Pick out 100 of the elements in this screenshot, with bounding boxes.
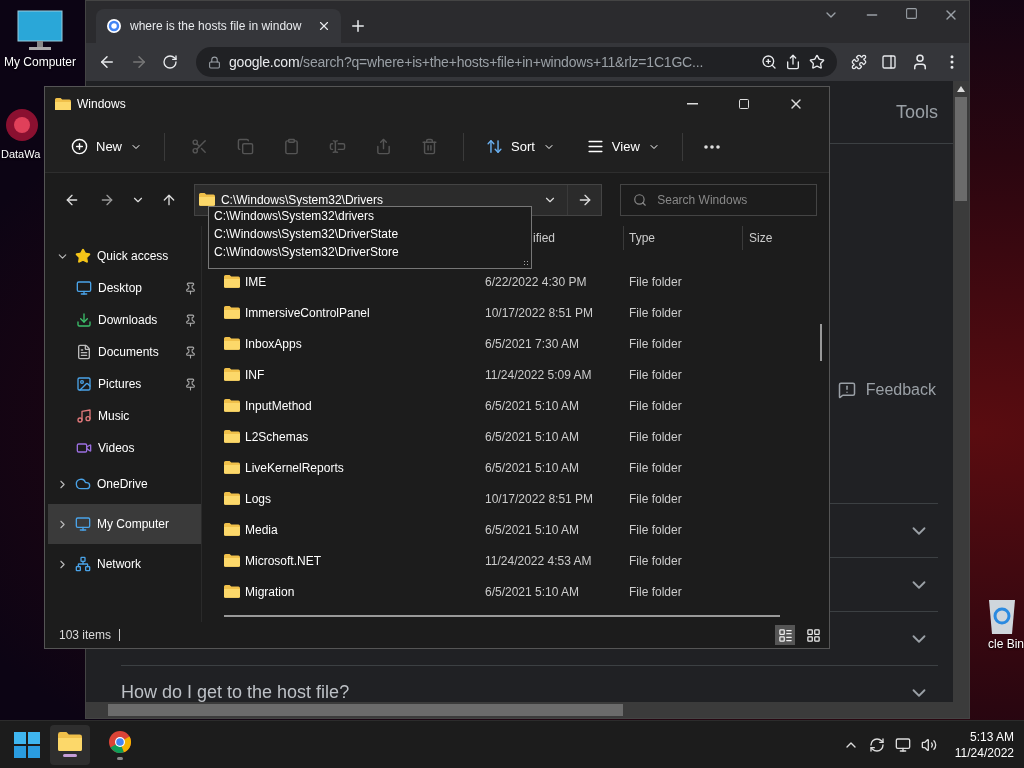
type-cell-text: File folder — [629, 367, 683, 382]
nav-item[interactable]: Pictures — [48, 368, 201, 400]
date-cell-text: 6/5/2021 5:10 AM — [485, 460, 581, 475]
file-name[interactable]: Migration — [245, 584, 295, 599]
horizontal-scrollbar[interactable] — [224, 615, 780, 617]
date-cell-text: 10/17/2022 8:51 PM — [485, 491, 595, 506]
file-name[interactable]: ImmersiveControlPanel — [245, 305, 370, 320]
question-text[interactable]: How do I get to the host file? — [121, 682, 350, 702]
folder-icon — [224, 554, 240, 567]
window-title: Windows — [77, 97, 127, 111]
nav-item[interactable]: Desktop — [48, 272, 201, 304]
address-bar[interactable]: google.com/search?q=where+is+the+hosts+file+in+windows+11&rlz=1C1GC... — [196, 47, 837, 77]
file-name[interactable]: Microsoft.NET — [245, 553, 321, 568]
type-cell-text: File folder — [629, 305, 683, 320]
file-name[interactable]: IME — [245, 274, 267, 289]
bookmark-icon[interactable] — [809, 54, 825, 70]
sort-button[interactable]: Sort — [478, 132, 563, 161]
maximize-icon — [738, 98, 750, 110]
sort-icon — [486, 138, 503, 155]
date-cell-text: 6/5/2021 5:10 AM — [485, 584, 581, 599]
reload-icon[interactable] — [162, 54, 178, 70]
folder-icon — [224, 275, 240, 288]
suggestion-item[interactable]: C:\Windows\System32\DriverStore — [214, 245, 526, 263]
feedback-icon[interactable] — [837, 381, 856, 399]
start-icon[interactable] — [14, 731, 40, 758]
zoom-icon[interactable] — [761, 54, 777, 70]
desktop-icon-label[interactable]: DataWa — [1, 148, 41, 160]
maximize-icon[interactable] — [905, 7, 918, 20]
file-explorer-taskbar-button[interactable] — [50, 724, 90, 765]
nav-item[interactable]: Documents — [48, 336, 201, 368]
file-name[interactable]: INF — [245, 367, 265, 382]
suggestion-item[interactable]: C:\Windows\System32\drivers — [214, 209, 526, 227]
date-cell-text: 11/24/2022 5:09 AM — [485, 367, 593, 382]
cloud-icon — [75, 476, 91, 492]
nav-item[interactable]: My Computer — [48, 504, 201, 544]
list-icon — [777, 627, 793, 643]
file-name[interactable]: LiveKernelReports — [245, 460, 344, 475]
browser-icon — [108, 729, 132, 754]
suggestion-item[interactable]: C:\Windows\System32\DriverState — [214, 227, 526, 245]
date-cell-text: 6/5/2021 5:10 AM — [485, 429, 581, 444]
details-view-button[interactable] — [775, 625, 795, 645]
view-button[interactable]: View — [578, 132, 668, 161]
search-field[interactable]: Search Windows — [620, 183, 818, 216]
new-button[interactable]: New — [63, 132, 150, 161]
delete-icon — [420, 138, 438, 155]
item-count: 103 items — [59, 628, 112, 642]
more-icon — [703, 144, 720, 149]
computer-icon — [17, 10, 63, 52]
video-icon — [76, 440, 92, 456]
clock-date[interactable]: 11/24/2022 — [954, 744, 1014, 761]
folder-icon — [224, 399, 240, 412]
scrollbar-thumb[interactable] — [955, 97, 967, 201]
back-icon[interactable] — [98, 53, 116, 71]
share-icon[interactable] — [785, 54, 801, 70]
folder-icon — [224, 523, 240, 536]
sync-icon[interactable] — [868, 736, 885, 753]
lock-icon — [208, 55, 221, 69]
share-icon — [374, 138, 392, 155]
file-name[interactable]: Logs — [245, 491, 272, 506]
monitor-icon — [75, 516, 91, 532]
file-name[interactable]: InputMethod — [245, 398, 312, 413]
vertical-scrollbar[interactable] — [820, 324, 822, 361]
desktop-icon-label[interactable]: cle Bin — [988, 637, 1024, 651]
folder-icon — [55, 97, 71, 111]
column-header[interactable]: Size — [742, 226, 829, 250]
volume-icon[interactable] — [920, 736, 937, 753]
nav-item[interactable]: Music — [48, 400, 201, 432]
nav-item[interactable]: Quick access — [48, 240, 201, 272]
folder-icon — [224, 306, 240, 319]
tools-link[interactable]: Tools — [895, 101, 938, 123]
nav-item[interactable]: Network — [48, 544, 201, 584]
scrollbar-thumb[interactable] — [108, 704, 623, 716]
nav-item[interactable]: Videos — [48, 432, 201, 464]
new-tab-icon[interactable] — [349, 17, 367, 35]
type-cell-text: File folder — [629, 336, 683, 351]
type-cell-text: File folder — [629, 491, 683, 506]
network-icon[interactable] — [894, 736, 911, 753]
scroll-up-icon[interactable] — [957, 86, 965, 92]
rename-icon — [328, 138, 346, 155]
star-icon — [75, 248, 91, 264]
type-cell-text: File folder — [629, 553, 683, 568]
feedback-link[interactable]: Feedback — [865, 381, 936, 399]
desktop-icon-label[interactable]: My Computer — [4, 55, 76, 69]
file-name[interactable]: Media — [245, 522, 278, 537]
file-name[interactable]: L2Schemas — [245, 429, 309, 444]
nav-item[interactable]: OneDrive — [48, 464, 201, 504]
clock-time[interactable]: 5:13 AM — [969, 728, 1014, 745]
forward-icon[interactable] — [130, 53, 148, 71]
tab-title: where is the hosts file in window — [130, 19, 303, 33]
profile-icon[interactable] — [911, 53, 929, 71]
date-cell-text: 6/5/2021 7:30 AM — [485, 336, 581, 351]
nav-item[interactable]: Downloads — [48, 304, 201, 336]
browser-tab[interactable]: where is the hosts file in window — [96, 9, 341, 43]
side-panel-icon[interactable] — [881, 54, 897, 70]
folder-icon — [58, 731, 82, 752]
close-tab-icon[interactable] — [317, 19, 331, 33]
column-header[interactable]: Type — [623, 226, 742, 250]
network-icon — [75, 556, 91, 572]
extensions-icon[interactable] — [851, 54, 867, 70]
file-name[interactable]: InboxApps — [245, 336, 302, 351]
